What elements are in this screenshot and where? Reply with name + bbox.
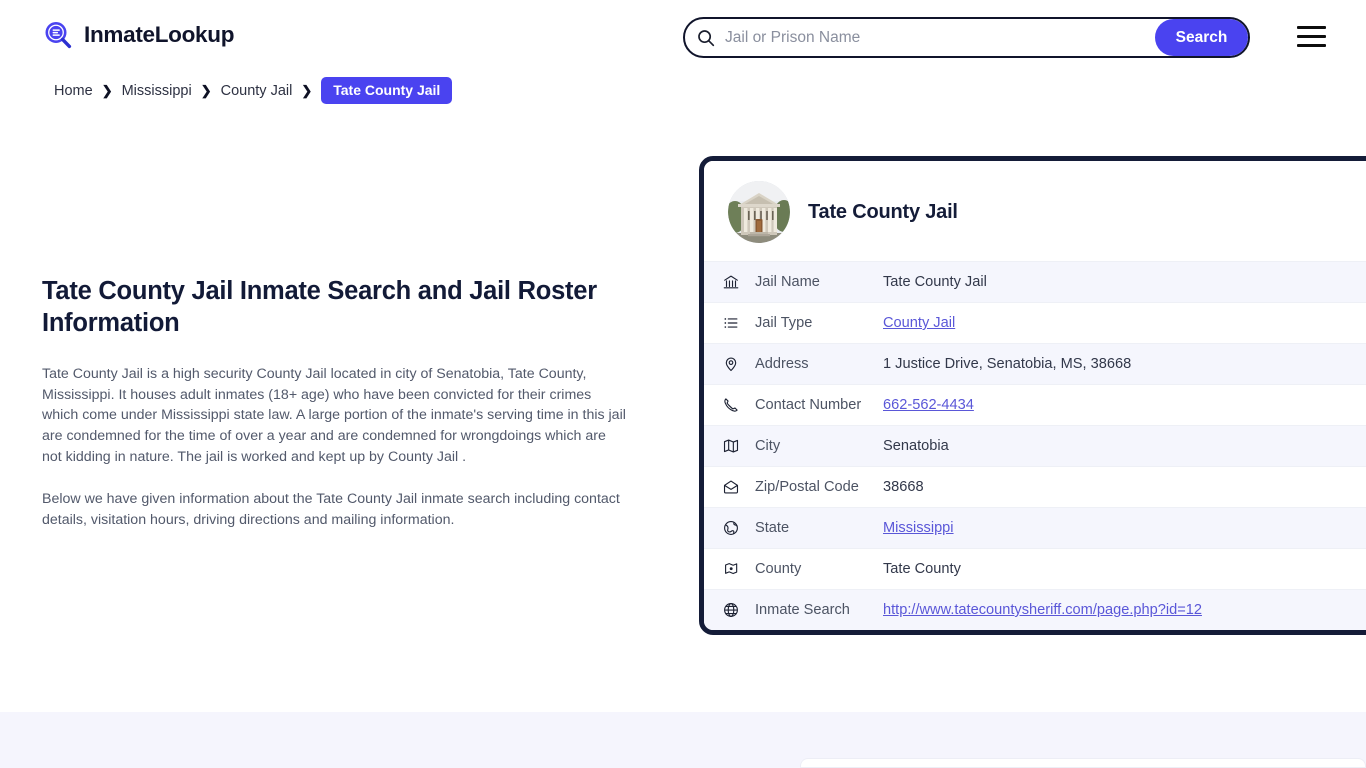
info-row-value-link[interactable]: Mississippi <box>883 520 954 536</box>
bank-building-icon <box>722 273 740 291</box>
jail-info-card-header: Tate County Jail <box>704 161 1366 261</box>
site-header: InmateLookup Search <box>0 0 1366 72</box>
list-icon <box>722 314 740 332</box>
info-row-value: 38668 <box>883 479 924 495</box>
info-row-value: Tate County Jail <box>883 274 987 290</box>
info-row-value: Senatobia <box>883 438 949 454</box>
intro-section: Tate County Jail Inmate Search and Jail … <box>42 275 627 530</box>
search-bar[interactable]: Search <box>683 17 1250 58</box>
jail-info-card: Tate County Jail Jail Name Tate County J… <box>699 156 1366 635</box>
breadcrumb-item-mississippi[interactable]: Mississippi <box>122 83 192 99</box>
globe-state-icon <box>722 519 740 537</box>
page-title: Tate County Jail Inmate Search and Jail … <box>42 275 627 339</box>
breadcrumb: Home ❯ Mississippi ❯ County Jail ❯ Tate … <box>54 77 452 104</box>
info-row-label: Contact Number <box>755 397 883 413</box>
chevron-right-icon: ❯ <box>201 84 212 97</box>
breadcrumb-item-current: Tate County Jail <box>321 77 452 104</box>
info-row-value: Tate County <box>883 561 961 577</box>
chevron-right-icon: ❯ <box>301 84 312 97</box>
globe-icon <box>722 601 740 619</box>
hamburger-line <box>1297 44 1326 47</box>
info-row-value: 1 Justice Drive, Senatobia, MS, 38668 <box>883 356 1131 372</box>
envelope-open-icon <box>722 478 740 496</box>
info-row-state: State Mississippi <box>704 507 1366 548</box>
brand-logo-link[interactable]: InmateLookup <box>42 19 234 52</box>
lower-section-card <box>800 758 1366 768</box>
chevron-right-icon: ❯ <box>102 84 113 97</box>
info-row-value-link[interactable]: 662-562-4434 <box>883 397 974 413</box>
brand-name: InmateLookup <box>84 24 234 47</box>
search-input[interactable] <box>715 29 1155 47</box>
county-marker-icon <box>722 560 740 578</box>
info-row-label: Jail Type <box>755 315 883 331</box>
info-row-label: Zip/Postal Code <box>755 479 883 495</box>
search-button[interactable]: Search <box>1155 19 1248 56</box>
info-row-zip-code: Zip/Postal Code 38668 <box>704 466 1366 507</box>
breadcrumb-item-home[interactable]: Home <box>54 83 93 99</box>
intro-paragraph-1: Tate County Jail is a high security Coun… <box>42 364 627 467</box>
hamburger-line <box>1297 35 1326 38</box>
info-row-city: City Senatobia <box>704 425 1366 466</box>
phone-icon <box>722 396 740 414</box>
info-row-label: State <box>755 520 883 536</box>
map-icon <box>722 437 740 455</box>
info-row-county: County Tate County <box>704 548 1366 589</box>
jail-info-card-title: Tate County Jail <box>808 201 958 224</box>
info-row-value-link[interactable]: County Jail <box>883 315 955 331</box>
intro-paragraph-2: Below we have given information about th… <box>42 489 627 530</box>
hamburger-line <box>1297 26 1326 29</box>
info-row-value-link[interactable]: http://www.tatecountysheriff.com/page.ph… <box>883 602 1202 618</box>
jail-info-rows: Jail Name Tate County Jail Jail Type Cou… <box>704 261 1366 630</box>
info-row-inmate-search: Inmate Search http://www.tatecountysheri… <box>704 589 1366 630</box>
map-pin-icon <box>722 355 740 373</box>
magnifier-person-logo-icon <box>42 19 75 52</box>
info-row-jail-type: Jail Type County Jail <box>704 302 1366 343</box>
courthouse-photo <box>728 181 790 243</box>
info-row-contact-number: Contact Number 662-562-4434 <box>704 384 1366 425</box>
info-row-jail-name: Jail Name Tate County Jail <box>704 261 1366 302</box>
info-row-label: Address <box>755 356 883 372</box>
search-icon <box>697 29 715 47</box>
info-row-address: Address 1 Justice Drive, Senatobia, MS, … <box>704 343 1366 384</box>
hamburger-menu-icon[interactable] <box>1297 26 1327 47</box>
info-row-label: Inmate Search <box>755 602 883 618</box>
info-row-label: City <box>755 438 883 454</box>
info-row-label: Jail Name <box>755 274 883 290</box>
info-row-label: County <box>755 561 883 577</box>
breadcrumb-item-county-jail[interactable]: County Jail <box>221 83 293 99</box>
